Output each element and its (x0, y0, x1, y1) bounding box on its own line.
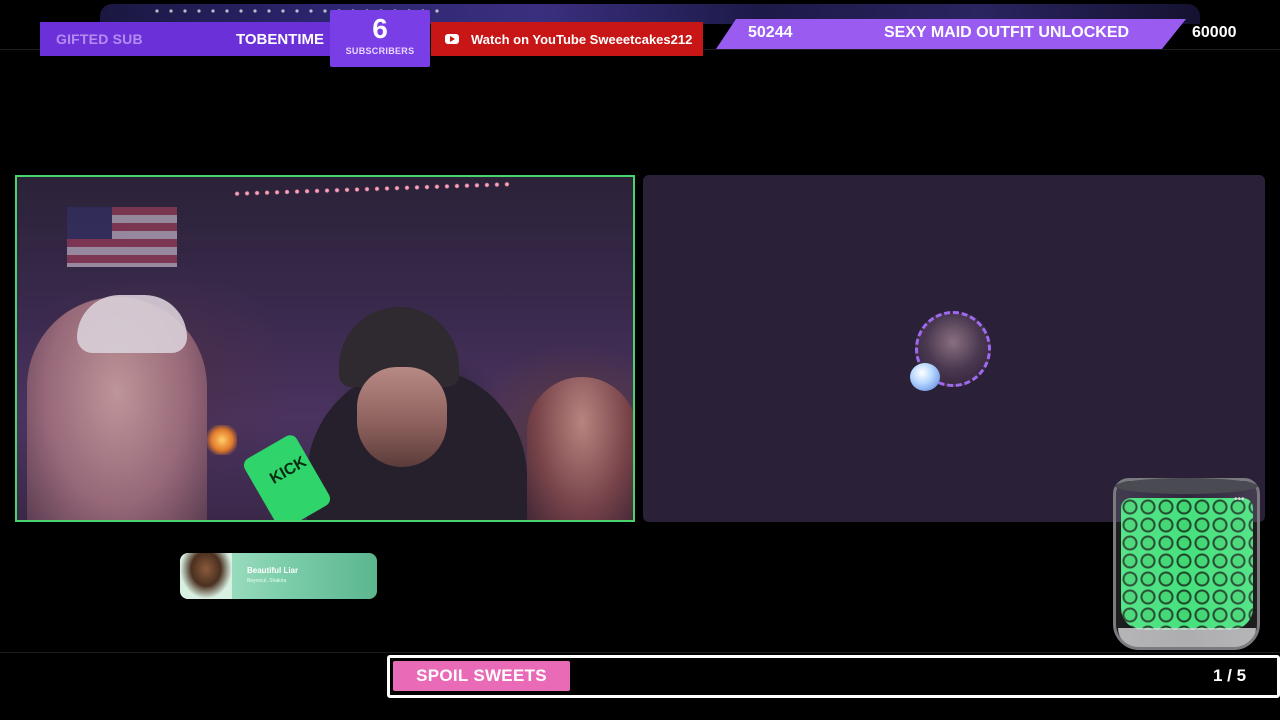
frame-line-bottom (0, 652, 1280, 653)
alert-username: TOBENTIME (235, 30, 324, 48)
page-counter: 1 / 5 (1213, 666, 1247, 685)
alert-type: GIFTED SUB (56, 31, 143, 47)
subscriber-count: 6 (372, 13, 388, 44)
now-playing-widget: Beautiful Liar Beyoncé, Shakira (180, 553, 377, 599)
goal-label: SEXY MAID OUTFIT UNLOCKED (884, 24, 1130, 41)
youtube-text: Watch on YouTube Sweeetcakes212 (471, 31, 693, 47)
person-right (527, 377, 633, 520)
jar-rim (1115, 478, 1258, 494)
subscriber-counter: 6 SUBSCRIBERS (330, 10, 430, 67)
streamer-face (357, 367, 447, 467)
subscriber-label: SUBSCRIBERS (345, 46, 415, 56)
santa-hat (77, 295, 187, 353)
goal-current-value: 50244 (748, 24, 793, 41)
spoil-sweets-label: SPOIL SWEETS (416, 666, 547, 685)
more-options-icon: ••• (1234, 494, 1245, 505)
disco-ball-icon (910, 363, 940, 391)
flag-decoration (67, 207, 177, 267)
song-artist: Beyoncé, Shakira (247, 578, 287, 584)
spoil-sweets-button[interactable]: SPOIL SWEETS (393, 661, 570, 691)
ceiling-lights (231, 178, 513, 200)
song-title: Beautiful Liar (247, 566, 299, 575)
neon-sign (452, 209, 582, 305)
youtube-icon (445, 34, 459, 44)
fireplace (207, 425, 237, 455)
album-art (180, 553, 232, 599)
goal-target-value: 60000 (1192, 24, 1237, 41)
webcam-feed: KICK (15, 175, 635, 522)
youtube-banner: Watch on YouTube Sweeetcakes212 (431, 22, 703, 56)
gifted-sub-alert: GIFTED SUB TOBENTIME (40, 22, 332, 56)
